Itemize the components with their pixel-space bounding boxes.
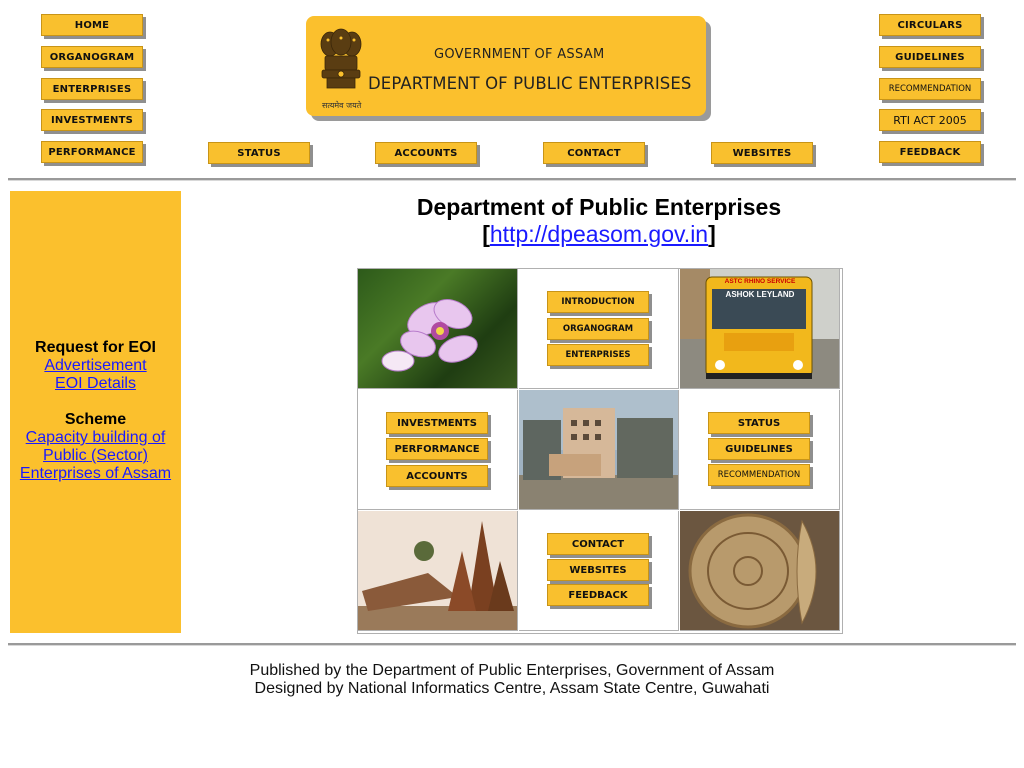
grid-recommendation-button[interactable]: RECOMMENDATION bbox=[708, 464, 810, 486]
nav-organogram-button[interactable]: ORGANOGRAM bbox=[41, 46, 143, 68]
scheme-capacity-building-link[interactable]: Capacity building of Public (Sector) Ent… bbox=[10, 429, 181, 483]
grid-contact-button[interactable]: CONTACT bbox=[547, 533, 649, 555]
side-panel: Request for EOI Advertisement EOI Detail… bbox=[10, 191, 181, 633]
orchid-photo bbox=[358, 269, 518, 389]
nav-enterprises-button[interactable]: ENTERPRISES bbox=[41, 78, 143, 100]
bottom-divider bbox=[8, 643, 1016, 646]
footer-published-by: Published by the Department of Public En… bbox=[249, 662, 775, 679]
eoi-details-link[interactable]: EOI Details bbox=[10, 375, 181, 393]
grid-cell-mid-left: INVESTMENTS PERFORMANCE ACCOUNTS bbox=[358, 390, 518, 510]
eoi-heading: Request for EOI bbox=[35, 339, 156, 356]
grid-introduction-button[interactable]: INTRODUCTION bbox=[547, 291, 649, 313]
page-title: Department of Public Enterprises bbox=[416, 194, 782, 220]
grid-accounts-button[interactable]: ACCOUNTS bbox=[386, 465, 488, 487]
grid-investments-button[interactable]: INVESTMENTS bbox=[386, 412, 488, 434]
nav-investments-button[interactable]: INVESTMENTS bbox=[41, 109, 143, 131]
grid-enterprises-button[interactable]: ENTERPRISES bbox=[547, 344, 649, 366]
bus-sign-brand: ASHOK LEYLAND bbox=[725, 290, 795, 299]
factory-photo bbox=[519, 390, 679, 510]
nav-accounts-button[interactable]: ACCOUNTS bbox=[375, 142, 477, 164]
state-emblem-icon: सत्यमेव जयते bbox=[316, 22, 366, 110]
top-divider bbox=[8, 178, 1016, 181]
grid-cell-mid-right: STATUS GUIDELINES RECOMMENDATION bbox=[680, 390, 840, 510]
grid-feedback-button[interactable]: FEEDBACK bbox=[547, 584, 649, 606]
nav-websites-button[interactable]: WEBSITES bbox=[711, 142, 813, 164]
nav-contact-button[interactable]: CONTACT bbox=[543, 142, 645, 164]
grid-organogram-button[interactable]: ORGANOGRAM bbox=[547, 318, 649, 340]
nav-feedback-button[interactable]: FEEDBACK bbox=[879, 141, 981, 163]
grid-websites-button[interactable]: WEBSITES bbox=[547, 559, 649, 581]
image-button-grid: INTRODUCTION ORGANOGRAM ENTERPRISES ASTC… bbox=[357, 268, 843, 634]
site-url-link[interactable]: http://dpeasom.gov.in bbox=[490, 221, 708, 247]
nav-home-button[interactable]: HOME bbox=[41, 14, 143, 36]
bus-photo: ASTC RHINO SERVICE ASHOK LEYLAND bbox=[680, 269, 840, 389]
site-url-line: [http://dpeasom.gov.in] bbox=[187, 221, 1011, 248]
grid-guidelines-button[interactable]: GUIDELINES bbox=[708, 438, 810, 460]
grid-cell-bottom-middle: CONTACT WEBSITES FEEDBACK bbox=[519, 511, 679, 631]
nav-recommendation-button[interactable]: RECOMMENDATION bbox=[879, 78, 981, 100]
grid-performance-button[interactable]: PERFORMANCE bbox=[386, 438, 488, 460]
nav-rti-act-button[interactable]: RTI ACT 2005 bbox=[879, 109, 981, 131]
brass-plate-photo bbox=[680, 511, 840, 631]
footer-designed-by: Designed by National Informatics Centre,… bbox=[254, 680, 770, 697]
bus-sign-route: ASTC RHINO SERVICE bbox=[724, 278, 796, 285]
url-bracket-close: ] bbox=[708, 221, 716, 247]
nav-status-button[interactable]: STATUS bbox=[208, 142, 310, 164]
eoi-advertisement-link[interactable]: Advertisement bbox=[10, 357, 181, 375]
emblem-motto: सत्यमेव जयते bbox=[322, 101, 362, 110]
temple-photo bbox=[358, 511, 518, 631]
grid-status-button[interactable]: STATUS bbox=[708, 412, 810, 434]
nav-guidelines-button[interactable]: GUIDELINES bbox=[879, 46, 981, 68]
nav-performance-button[interactable]: PERFORMANCE bbox=[41, 141, 143, 163]
banner-line-2: DEPARTMENT OF PUBLIC ENTERPRISES bbox=[368, 74, 692, 93]
nav-circulars-button[interactable]: CIRCULARS bbox=[879, 14, 981, 36]
banner-line-1: GOVERNMENT OF ASSAM bbox=[434, 47, 605, 62]
grid-cell-top-middle: INTRODUCTION ORGANOGRAM ENTERPRISES bbox=[519, 269, 679, 389]
url-bracket-open: [ bbox=[482, 221, 490, 247]
header-banner: सत्यमेव जयते GOVERNMENT OF ASSAM DEPARTM… bbox=[306, 16, 706, 116]
scheme-heading: Scheme bbox=[64, 411, 127, 428]
